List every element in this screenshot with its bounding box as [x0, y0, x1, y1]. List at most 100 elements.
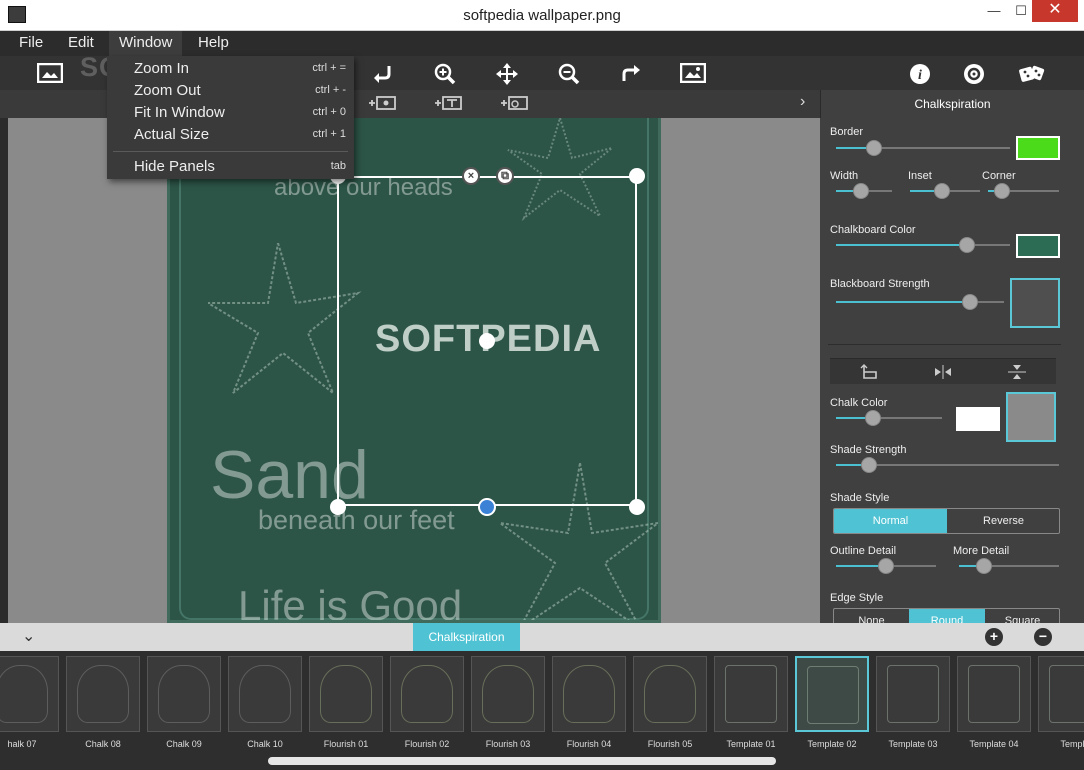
preset-sketch: [968, 665, 1020, 723]
edge-style-round[interactable]: Round: [909, 609, 985, 623]
preset-sketch: [725, 665, 777, 723]
redo-icon[interactable]: [617, 60, 645, 86]
preset-thumbnail[interactable]: [1038, 656, 1084, 732]
preset-thumbnail[interactable]: [0, 656, 59, 732]
more-detail-slider[interactable]: [959, 558, 1059, 574]
zoom-out-icon[interactable]: [555, 60, 583, 86]
handle-bottom-left[interactable]: [330, 499, 346, 515]
rotate-icon[interactable]: [860, 364, 880, 380]
preset-scrollbar[interactable]: [268, 757, 776, 765]
width-slider[interactable]: [836, 183, 892, 199]
blackboard-texture-thumb[interactable]: [1010, 278, 1060, 328]
preset-sketch: [158, 665, 210, 723]
handle-bottom-right[interactable]: [629, 499, 645, 515]
chalkboard-color-label: Chalkboard Color: [830, 224, 916, 236]
rotate-handle-icon[interactable]: [478, 498, 496, 516]
preset-name: halk 07: [7, 739, 37, 749]
outline-detail-slider[interactable]: [836, 558, 936, 574]
maximize-button[interactable]: ☐: [1007, 0, 1035, 22]
menu-item-zoom-out[interactable]: Zoom Out ctrl + -: [107, 80, 354, 102]
preset-name: Flourish 04: [566, 739, 612, 749]
settings-icon[interactable]: [960, 60, 988, 86]
window-title: softpedia wallpaper.png: [463, 7, 621, 24]
preset-name: Template 04: [969, 739, 1019, 749]
svg-text:i: i: [918, 68, 922, 83]
preset-thumbnail[interactable]: [66, 656, 140, 732]
menu-item-hide-panels[interactable]: Hide Panels tab: [107, 156, 354, 178]
chalk-texture-thumb[interactable]: [1006, 392, 1056, 442]
preset-name: Flourish 05: [647, 739, 693, 749]
preset-thumbnail[interactable]: [633, 656, 707, 732]
preset-name: Template 02: [807, 739, 857, 749]
preset-name: Template 01: [726, 739, 776, 749]
menu-file[interactable]: File: [9, 31, 53, 56]
border-color-swatch[interactable]: [1016, 136, 1060, 160]
preset-sketch: [77, 665, 129, 723]
add-preset-button[interactable]: +: [985, 628, 1003, 646]
shade-style-normal[interactable]: Normal: [834, 509, 947, 533]
minimize-button[interactable]: —: [980, 0, 1008, 22]
preset-name: Chalk 09: [166, 739, 202, 749]
title-bar: softpedia wallpaper.png — ☐ ✕: [0, 0, 1084, 31]
flip-horizontal-icon[interactable]: [933, 364, 953, 380]
edge-style-toggle: None Round Square: [833, 608, 1060, 623]
preset-thumbnail[interactable]: [795, 656, 869, 732]
preset-thumbnail[interactable]: [147, 656, 221, 732]
panel-divider: [828, 344, 1061, 345]
flip-vertical-icon[interactable]: [1007, 364, 1027, 380]
edge-style-square[interactable]: Square: [985, 609, 1059, 623]
chevron-down-icon[interactable]: ⌄: [22, 626, 35, 646]
chalkboard-image[interactable]: above our heads SOFTPEDIA Sand beneath o…: [167, 118, 661, 623]
chalkboard-color-swatch[interactable]: [1016, 234, 1060, 258]
preset-thumbnail[interactable]: [714, 656, 788, 732]
add-shape-icon[interactable]: [500, 95, 528, 111]
canvas-area[interactable]: above our heads SOFTPEDIA Sand beneath o…: [8, 118, 820, 623]
picture-icon[interactable]: [679, 60, 707, 86]
menu-item-zoom-in[interactable]: Zoom In ctrl + =: [107, 58, 354, 80]
preset-tab-chalkspiration[interactable]: Chalkspiration: [413, 623, 520, 651]
shade-style-toggle: Normal Reverse: [833, 508, 1060, 534]
chevron-right-icon[interactable]: ›: [800, 93, 805, 111]
menu-item-actual-size[interactable]: Actual Size ctrl + 1: [107, 124, 354, 146]
preset-sketch: [644, 665, 696, 723]
preset-thumbnail[interactable]: [309, 656, 383, 732]
chalk-color-slider[interactable]: [836, 410, 942, 426]
duplicate-layer-icon[interactable]: ⧉: [496, 167, 514, 185]
corner-slider[interactable]: [988, 183, 1059, 199]
corner-label: Corner: [982, 170, 1016, 182]
handle-center[interactable]: [479, 333, 495, 349]
inset-slider[interactable]: [910, 183, 980, 199]
preset-thumbnail[interactable]: [876, 656, 950, 732]
move-icon[interactable]: [493, 60, 521, 86]
preset-thumbnail[interactable]: [390, 656, 464, 732]
canvas-text-bottom[interactable]: Life is Good: [238, 582, 462, 620]
add-text-icon[interactable]: [434, 95, 462, 111]
delete-layer-icon[interactable]: ×: [462, 167, 480, 185]
menu-item-fit-in-window[interactable]: Fit In Window ctrl + 0: [107, 102, 354, 124]
preset-sketch: [239, 665, 291, 723]
close-button[interactable]: ✕: [1032, 0, 1078, 22]
outline-detail-label: Outline Detail: [830, 545, 897, 557]
preset-thumbnail[interactable]: [471, 656, 545, 732]
shade-strength-slider[interactable]: [836, 457, 1059, 473]
canvas-text-sub[interactable]: beneath our feet: [258, 505, 455, 536]
dice-icon[interactable]: [1018, 60, 1046, 86]
edge-style-none[interactable]: None: [834, 609, 909, 623]
preset-thumbnail[interactable]: [957, 656, 1031, 732]
handle-top-right[interactable]: [629, 168, 645, 184]
border-slider[interactable]: [836, 140, 1010, 156]
zoom-in-icon[interactable]: [431, 60, 459, 86]
remove-preset-button[interactable]: −: [1034, 628, 1052, 646]
transform-icon-row: [830, 358, 1056, 384]
info-icon[interactable]: i: [906, 60, 934, 86]
preset-bar: ⌄ Chalkspiration + −: [0, 623, 1084, 651]
image-icon[interactable]: [36, 60, 64, 86]
shade-style-reverse[interactable]: Reverse: [947, 509, 1059, 533]
chalkboard-color-slider[interactable]: [836, 237, 1010, 253]
add-image-icon[interactable]: [368, 95, 396, 111]
blackboard-strength-slider[interactable]: [836, 294, 1004, 310]
preset-thumbnail[interactable]: [228, 656, 302, 732]
undo-icon[interactable]: [368, 60, 396, 86]
chalk-color-swatch[interactable]: [956, 407, 1000, 431]
preset-thumbnail[interactable]: [552, 656, 626, 732]
